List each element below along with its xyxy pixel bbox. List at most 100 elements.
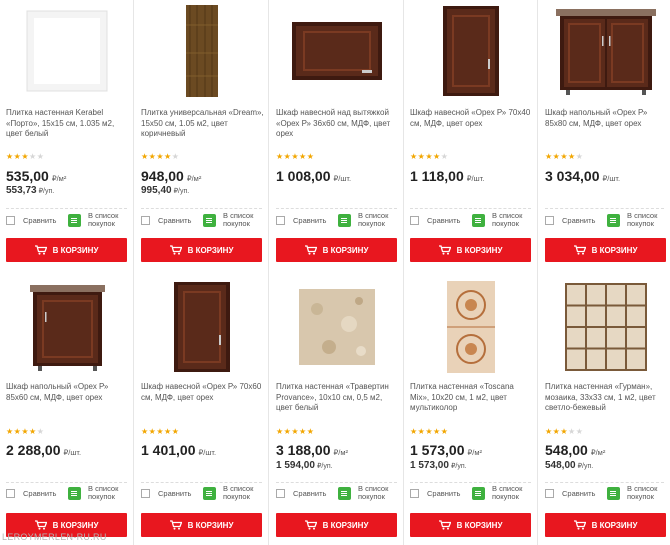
product-image[interactable] <box>141 278 263 376</box>
price-value: 548,00 <box>545 442 588 458</box>
product-image[interactable] <box>410 3 532 98</box>
rating-stars: ★★★★★ <box>6 152 44 161</box>
add-to-cart-button[interactable]: В КОРЗИНУ <box>545 513 666 537</box>
add-to-list-button[interactable]: В список покупок <box>68 212 128 228</box>
product-image[interactable] <box>6 3 128 98</box>
compare-toggle[interactable]: Сравнить <box>410 216 460 225</box>
add-to-cart-button[interactable]: В КОРЗИНУ <box>276 238 397 262</box>
star-icon: ★ <box>299 427 307 436</box>
add-to-cart-button[interactable]: В КОРЗИНУ <box>276 513 397 537</box>
card-actions: Сравнить В список покупок <box>410 212 534 232</box>
product-image[interactable] <box>141 3 263 98</box>
compare-checkbox[interactable] <box>545 216 554 225</box>
compare-checkbox[interactable] <box>410 489 419 498</box>
compare-checkbox[interactable] <box>6 216 15 225</box>
add-to-cart-button[interactable]: В КОРЗИНУ <box>410 513 531 537</box>
add-to-list-button[interactable]: В список покупок <box>338 485 398 501</box>
tile-mosaic-icon <box>565 283 647 371</box>
product-grid: Плитка настенная Kerabel «Порто», 15х15 … <box>0 0 670 545</box>
compare-toggle[interactable]: Сравнить <box>276 216 326 225</box>
price-value: 3 034,00 <box>545 168 600 184</box>
compare-toggle[interactable]: Сравнить <box>545 216 595 225</box>
add-to-cart-label: В КОРЗИНУ <box>187 520 234 530</box>
cart-icon <box>169 520 182 530</box>
product-title[interactable]: Плитка настенная «Гурман», мозаика, 33х3… <box>545 382 669 414</box>
wall-cabinet-hood-icon <box>290 20 385 82</box>
add-to-list-label: В список покупок <box>88 211 119 228</box>
cart-icon <box>304 245 317 255</box>
star-icon: ★ <box>171 152 180 161</box>
compare-checkbox[interactable] <box>545 489 554 498</box>
floor-cabinet-icon <box>29 282 105 372</box>
add-to-list-button[interactable]: В список покупок <box>607 485 667 501</box>
compare-checkbox[interactable] <box>6 489 15 498</box>
compare-checkbox[interactable] <box>276 216 285 225</box>
wall-cabinet-icon <box>172 280 232 374</box>
product-title[interactable]: Шкаф навесной над вытяжкой «Орех Р» 36х6… <box>276 108 400 140</box>
package-price-value: 995,40 <box>141 185 172 196</box>
compare-toggle[interactable]: Сравнить <box>276 489 326 498</box>
shopping-list-icon <box>338 486 351 500</box>
rating-stars: ★★★★★ <box>141 427 179 436</box>
compare-checkbox[interactable] <box>276 489 285 498</box>
add-to-list-label: В список покупок <box>223 484 254 501</box>
add-to-list-button[interactable]: В список покупок <box>203 485 263 501</box>
compare-toggle[interactable]: Сравнить <box>141 489 191 498</box>
add-to-cart-button[interactable]: В КОРЗИНУ <box>6 238 127 262</box>
star-icon: ★ <box>276 427 284 436</box>
add-to-list-button[interactable]: В список покупок <box>472 212 532 228</box>
product-title[interactable]: Плитка универсальная «Dream», 15х50 см, … <box>141 108 265 140</box>
product-title[interactable]: Шкаф навесной «Орех Р» 70х60 см, МДФ, цв… <box>141 382 265 403</box>
compare-toggle[interactable]: Сравнить <box>141 216 191 225</box>
add-to-list-button[interactable]: В список покупок <box>472 485 532 501</box>
product-price: 3 188,00 ₽/м² <box>276 442 348 458</box>
compare-toggle[interactable]: Сравнить <box>6 489 56 498</box>
product-title[interactable]: Плитка настенная Kerabel «Порто», 15х15 … <box>6 108 130 140</box>
shopping-list-icon <box>203 486 216 500</box>
product-card: Плитка настенная «Гурман», мозаика, 33х3… <box>539 270 670 545</box>
shopping-list-icon <box>607 486 620 500</box>
cart-icon <box>438 245 451 255</box>
add-to-cart-button[interactable]: В КОРЗИНУ <box>141 513 262 537</box>
divider <box>276 208 397 209</box>
product-price: 3 034,00 ₽/шт. <box>545 168 620 184</box>
product-title[interactable]: Плитка настенная «Toscana Mix», 10х20 см… <box>410 382 534 414</box>
add-to-list-button[interactable]: В список покупок <box>338 212 398 228</box>
add-to-cart-button[interactable]: В КОРЗИНУ <box>545 238 666 262</box>
product-image[interactable] <box>545 278 667 376</box>
compare-toggle[interactable]: Сравнить <box>410 489 460 498</box>
price-value: 3 188,00 <box>276 442 331 458</box>
compare-label: Сравнить <box>293 489 327 498</box>
add-to-cart-button[interactable]: В КОРЗИНУ <box>410 238 531 262</box>
product-price: 535,00 ₽/м² <box>6 168 66 184</box>
product-title[interactable]: Шкаф напольный «Орех Р» 85х60 см, МДФ, ц… <box>6 382 130 403</box>
product-image[interactable] <box>276 278 398 376</box>
compare-toggle[interactable]: Сравнить <box>6 216 56 225</box>
compare-checkbox[interactable] <box>410 216 419 225</box>
product-title[interactable]: Плитка настенная «Травертин Provance», 1… <box>276 382 400 414</box>
price-value: 948,00 <box>141 168 184 184</box>
product-title[interactable]: Шкаф навесной «Орех Р» 70х40 см, МДФ, цв… <box>410 108 534 129</box>
add-to-list-button[interactable]: В список покупок <box>203 212 263 228</box>
product-card: Плитка настенная Kerabel «Порто», 15х15 … <box>0 0 134 270</box>
compare-checkbox[interactable] <box>141 489 150 498</box>
product-image[interactable] <box>410 278 532 376</box>
compare-toggle[interactable]: Сравнить <box>545 489 595 498</box>
add-to-list-label: В список покупок <box>627 484 658 501</box>
add-to-cart-button[interactable]: В КОРЗИНУ <box>141 238 262 262</box>
product-image[interactable] <box>545 3 667 98</box>
compare-checkbox[interactable] <box>141 216 150 225</box>
product-price: 1 008,00 ₽/шт. <box>276 168 351 184</box>
rating-stars: ★★★★★ <box>276 152 314 161</box>
compare-label: Сравнить <box>158 489 192 498</box>
star-icon: ★ <box>21 152 30 161</box>
product-title[interactable]: Шкаф напольный «Орех Р» 85х80 см, МДФ, ц… <box>545 108 669 129</box>
add-to-list-button[interactable]: В список покупок <box>607 212 667 228</box>
package-price: 1 594,00 ₽/уп. <box>276 460 333 471</box>
add-to-list-button[interactable]: В список покупок <box>68 485 128 501</box>
product-image[interactable] <box>6 278 128 376</box>
star-icon: ★ <box>276 152 284 161</box>
product-image[interactable] <box>276 3 398 98</box>
star-icon: ★ <box>164 152 172 161</box>
rating-stars: ★★★★★ <box>6 427 44 436</box>
